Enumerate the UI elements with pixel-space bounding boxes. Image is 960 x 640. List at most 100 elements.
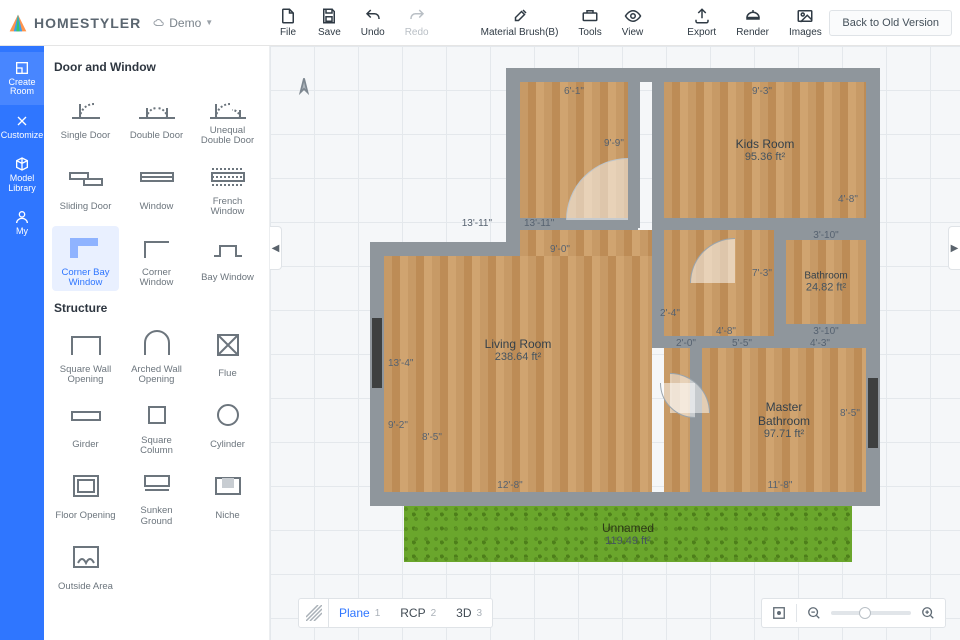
catalog-item-niche[interactable]: Niche (194, 464, 261, 529)
window-marker (868, 378, 878, 448)
view-menu[interactable]: View (622, 7, 644, 38)
catalog-item-cylinder[interactable]: Cylinder (194, 394, 261, 459)
catalog-thumb-icon (206, 230, 250, 264)
dim: 13'-11" (524, 218, 554, 229)
compass-icon (290, 76, 318, 104)
dim: 3'-10" (813, 326, 838, 337)
catalog-thumb-icon (135, 327, 179, 361)
project-name: Demo (169, 16, 201, 30)
collapse-right-handle[interactable]: ▶ (948, 226, 960, 270)
catalog-item-square-column[interactable]: Square Column (123, 394, 190, 459)
catalog-item-label: Corner Bay Window (54, 268, 117, 289)
rail-customize[interactable]: Customize (0, 105, 44, 148)
zoom-bar (761, 598, 946, 628)
catalog-item-label: Outside Area (58, 577, 113, 597)
dim: 13'-11" (462, 218, 492, 229)
room-living[interactable]: Living Room238.64 ft² (384, 256, 652, 492)
images-icon (795, 7, 815, 25)
catalog-thumb-icon (135, 159, 179, 193)
file-label: File (280, 27, 296, 38)
zoom-slider[interactable] (831, 611, 911, 615)
room-kids[interactable]: Kids Room95.36 ft² (664, 82, 866, 218)
redo-button[interactable]: Redo (405, 7, 429, 38)
dim: 7'-3" (752, 268, 772, 279)
export-button[interactable]: Export (687, 7, 716, 38)
rail-model-library-label: Model Library (8, 174, 36, 193)
zoom-in-button[interactable] (919, 604, 937, 622)
zoom-fit-button[interactable] (770, 604, 788, 622)
tools-menu[interactable]: Tools (578, 7, 601, 38)
dim: 4'-8" (716, 326, 736, 337)
catalog-item-sliding-door[interactable]: Sliding Door (52, 155, 119, 220)
view-rcp[interactable]: RCP 2 (390, 599, 446, 627)
catalog-item-corner-bay-window[interactable]: Corner Bay Window (52, 226, 119, 291)
images-button[interactable]: Images (789, 7, 822, 38)
user-icon (14, 209, 30, 225)
render-icon (743, 7, 763, 25)
catalog-thumb-icon (64, 468, 108, 502)
material-label: Material Brush(B) (481, 27, 559, 38)
catalog-item-label: Sliding Door (60, 197, 112, 217)
catalog-item-label: French Window (196, 197, 259, 218)
rail-create-room[interactable]: Create Room (0, 52, 44, 105)
catalog-item-corner-window[interactable]: Corner Window (123, 226, 190, 291)
zoom-out-button[interactable] (805, 604, 823, 622)
catalog-item-single-door[interactable]: Single Door (52, 84, 119, 149)
hatch-icon[interactable] (299, 599, 329, 627)
catalog-item-french-window[interactable]: French Window (194, 155, 261, 220)
canvas[interactable]: ◀ ▶ (270, 46, 960, 640)
rail-create-room-label: Create Room (8, 78, 35, 97)
collapse-catalog-handle[interactable]: ◀ (270, 226, 282, 270)
dim: 8'-5" (840, 408, 860, 419)
save-button[interactable]: Save (318, 7, 341, 38)
room-living-upper[interactable] (520, 230, 652, 256)
catalog-thumb-icon (206, 327, 250, 361)
floorplan[interactable]: Kids Room95.36 ft² Bathroom24.82 ft² Liv… (370, 68, 880, 506)
room-master-bathroom[interactable]: Master Bathroom97.71 ft² (702, 348, 866, 492)
window-marker (372, 318, 382, 388)
view-3d[interactable]: 3D 3 (446, 599, 492, 627)
catalog-item-double-door[interactable]: Double Door (123, 84, 190, 149)
outside-area[interactable]: Unnamed119.49 ft² (404, 506, 852, 562)
catalog-thumb-icon (135, 468, 179, 502)
chevron-down-icon: ▼ (205, 18, 213, 27)
dim: 9'-0" (550, 244, 570, 255)
catalog-item-bay-window[interactable]: Bay Window (194, 226, 261, 291)
images-label: Images (789, 27, 822, 38)
material-brush-button[interactable]: Material Brush(B) (481, 7, 559, 38)
catalog-section-doors: Door and Window (54, 60, 259, 74)
view-plane[interactable]: Plane 1 (329, 599, 390, 627)
toolbar-actions: File Save Undo Redo Material Brush(B) To… (278, 7, 822, 38)
catalog-item-arched-wall-opening[interactable]: Arched Wall Opening (123, 323, 190, 388)
room-bathroom[interactable]: Bathroom24.82 ft² (786, 240, 866, 324)
catalog-item-square-wall-opening[interactable]: Square Wall Opening (52, 323, 119, 388)
catalog-item-window[interactable]: Window (123, 155, 190, 220)
outside-area-label: Unnamed119.49 ft² (602, 521, 654, 547)
brand-cluster: HOMESTYLER Demo ▼ (8, 13, 218, 33)
dim: 5'-5" (732, 338, 752, 349)
redo-label: Redo (405, 27, 429, 38)
catalog-item-unequal-double-door[interactable]: Unequal Double Door (194, 84, 261, 149)
dim: 3'-10" (813, 230, 838, 241)
room-narrow-strip[interactable] (664, 348, 690, 492)
dim: 12'-8" (497, 480, 522, 491)
catalog-item-label: Unequal Double Door (196, 126, 259, 147)
catalog-thumb-icon (64, 327, 108, 361)
rail-my[interactable]: My (0, 201, 44, 244)
catalog-item-floor-opening[interactable]: Floor Opening (52, 464, 119, 529)
file-menu[interactable]: File (278, 7, 298, 38)
catalog-item-outside-area[interactable]: Outside Area (52, 535, 119, 599)
rail-model-library[interactable]: Model Library (0, 148, 44, 201)
project-dropdown[interactable]: Demo ▼ (153, 16, 213, 30)
catalog-item-label: Single Door (61, 126, 111, 146)
dim: 4'-8" (838, 194, 858, 205)
catalog-item-flue[interactable]: Flue (194, 323, 261, 388)
catalog-item-sunken-ground[interactable]: Sunken Ground (123, 464, 190, 529)
catalog-thumb-icon (206, 468, 250, 502)
model-library-icon (14, 156, 30, 172)
back-to-old-button[interactable]: Back to Old Version (829, 10, 952, 36)
undo-button[interactable]: Undo (361, 7, 385, 38)
render-button[interactable]: Render (736, 7, 769, 38)
catalog-item-girder[interactable]: Girder (52, 394, 119, 459)
catalog-item-label: Corner Window (125, 268, 188, 289)
